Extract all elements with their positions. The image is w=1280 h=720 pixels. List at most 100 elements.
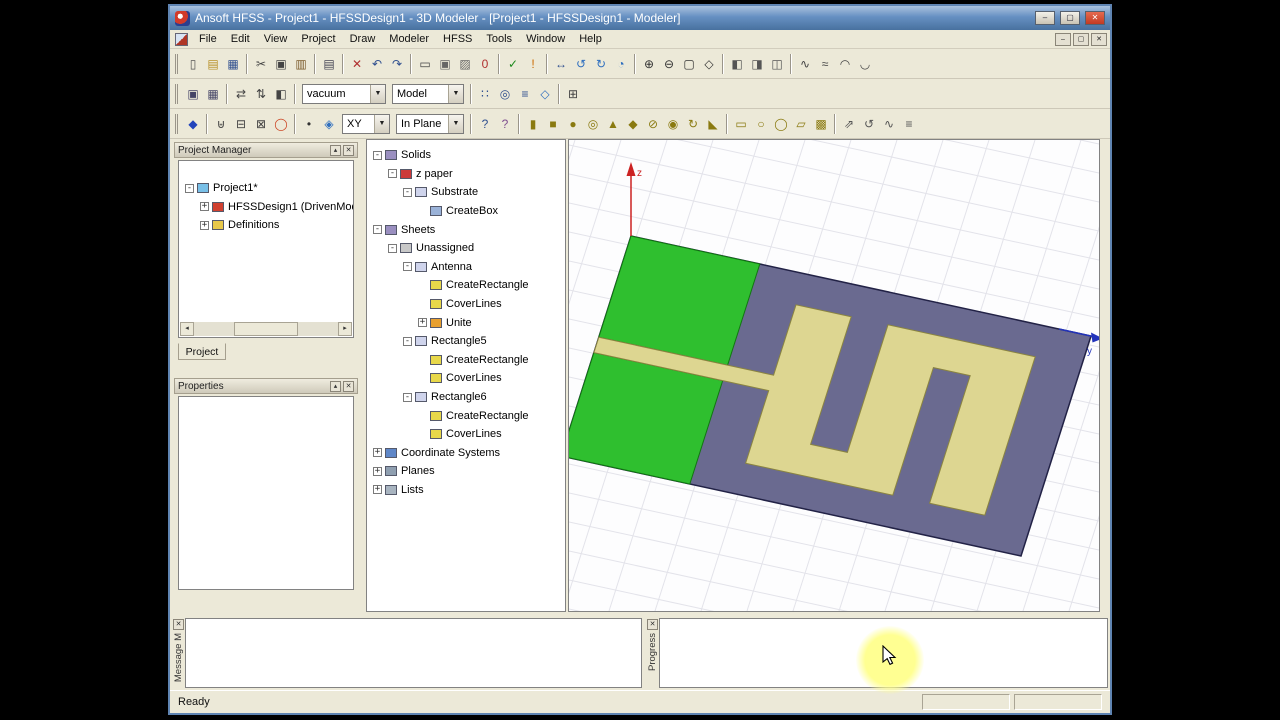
tree-node-rectangle6[interactable]: - Rectangle6 — [367, 388, 565, 407]
sweep-path-button[interactable]: ∿ — [879, 114, 899, 134]
zoom-window-button[interactable]: ▢ — [679, 54, 699, 74]
open-button[interactable]: ▤ — [203, 54, 223, 74]
tree-expander[interactable]: - — [373, 150, 382, 160]
boolean-unite-button[interactable]: ⊎ — [211, 114, 231, 134]
thicken-sheet-button[interactable]: ≡ — [899, 114, 919, 134]
tree-node-rectangle5[interactable]: - Rectangle5 — [367, 332, 565, 351]
mirror-button[interactable]: ◧ — [271, 84, 291, 104]
movement-mode-combo[interactable]: In Plane ▼ — [396, 113, 464, 134]
draw-helix-button[interactable]: ↻ — [683, 114, 703, 134]
tree-node-rect5-createrectangle[interactable]: CreateRectangle — [367, 351, 565, 370]
tree-node-unassigned[interactable]: - Unassigned — [367, 239, 565, 258]
menu-project[interactable]: Project — [294, 31, 342, 47]
dynamic-zoom-button[interactable]: ◔ — [611, 54, 631, 74]
tree-expander[interactable]: + — [373, 466, 382, 476]
chevron-down-icon[interactable]: ▼ — [448, 84, 463, 103]
cut-button[interactable]: ✂ — [251, 54, 271, 74]
tree-expander[interactable]: - — [403, 262, 412, 272]
title-bar[interactable]: Ansoft HFSS - Project1 - HFSSDesign1 - 3… — [170, 6, 1110, 30]
menu-edit[interactable]: Edit — [224, 31, 257, 47]
tree-node-z-paper[interactable]: - z paper — [367, 165, 565, 184]
pan-button[interactable]: ↔ — [551, 54, 571, 74]
duplicate-around-axis-button[interactable]: ⇅ — [251, 84, 271, 104]
redo-button[interactable]: ↷ — [387, 54, 407, 74]
properties-panel-body[interactable] — [178, 396, 354, 590]
close-button[interactable]: ✕ — [1085, 11, 1105, 25]
tree-expander[interactable]: + — [200, 202, 209, 212]
properties-header[interactable]: Properties ▴ ✕ — [174, 378, 358, 394]
mdi-close-button[interactable]: ✕ — [1091, 32, 1107, 46]
tree-expander[interactable]: - — [403, 187, 412, 197]
tree-node-createbox[interactable]: CreateBox — [367, 202, 565, 221]
menu-window[interactable]: Window — [519, 31, 572, 47]
tree-node-rect6-coverlines[interactable]: CoverLines — [367, 425, 565, 444]
tree-node-rect6-createrectangle[interactable]: CreateRectangle — [367, 406, 565, 425]
tree-expander[interactable]: - — [388, 243, 397, 253]
snap-center-button[interactable]: ◎ — [495, 84, 515, 104]
fit-all-button[interactable]: ◇ — [699, 54, 719, 74]
delete-button[interactable]: ✕ — [347, 54, 367, 74]
menu-draw[interactable]: Draw — [343, 31, 383, 47]
boolean-intersect-button[interactable]: ⊠ — [251, 114, 271, 134]
grid-display-button[interactable]: ▦ — [203, 84, 223, 104]
tree-node-antenna-coverlines[interactable]: CoverLines — [367, 295, 565, 314]
collapse-icon[interactable]: ▴ — [330, 144, 341, 156]
horizontal-scrollbar[interactable]: ◂ ▸ — [180, 322, 352, 336]
mdi-restore-button[interactable]: ▢ — [1073, 32, 1089, 46]
tab-project[interactable]: Project — [178, 343, 226, 360]
menu-help[interactable]: Help — [572, 31, 609, 47]
tree-node-lists[interactable]: + Lists — [367, 481, 565, 500]
3d-modeler-viewport[interactable]: z y — [378, 0, 1280, 720]
tree-node-project1[interactable]: - Project1* — [179, 179, 353, 198]
duplicate-along-line-button[interactable]: ⇄ — [231, 84, 251, 104]
analyze-button[interactable]: ! — [523, 54, 543, 74]
tree-expander[interactable]: + — [418, 318, 427, 328]
select-face-button[interactable]: ▣ — [435, 54, 455, 74]
copy-button[interactable]: ▣ — [271, 54, 291, 74]
3d-scene[interactable]: z y — [378, 0, 1280, 720]
minimize-button[interactable]: – — [1035, 11, 1055, 25]
close-icon[interactable]: ✕ — [647, 619, 658, 630]
draw-arc-center-button[interactable]: ◠ — [835, 54, 855, 74]
draw-ellipse-button[interactable]: ○ — [751, 114, 771, 134]
boolean-subtract-button[interactable]: ⊟ — [231, 114, 251, 134]
tree-expander[interactable]: - — [403, 336, 412, 346]
draw-polyhedron-button[interactable]: ◣ — [703, 114, 723, 134]
tree-node-rect5-coverlines[interactable]: CoverLines — [367, 369, 565, 388]
tree-expander[interactable]: + — [373, 448, 382, 458]
project-manager-header[interactable]: Project Manager ▴ ✕ — [174, 142, 358, 158]
new-button[interactable]: ▯ — [183, 54, 203, 74]
scroll-left-icon[interactable]: ◂ — [180, 322, 194, 336]
tree-node-unite[interactable]: + Unite — [367, 313, 565, 332]
menu-modeler[interactable]: Modeler — [382, 31, 436, 47]
tree-node-antenna-createrectangle[interactable]: CreateRectangle — [367, 276, 565, 295]
view-iso-button[interactable]: ◫ — [767, 54, 787, 74]
tree-node-solids[interactable]: - Solids — [367, 146, 565, 165]
menu-hfss[interactable]: HFSS — [436, 31, 479, 47]
tree-node-hfssdesign1[interactable]: + HFSSDesign1 (DrivenModal)* — [179, 198, 353, 217]
draw-prism-button[interactable]: ◆ — [623, 114, 643, 134]
scroll-right-icon[interactable]: ▸ — [338, 322, 352, 336]
show-boundaries-button[interactable]: ▨ — [455, 54, 475, 74]
draw-cone-button[interactable]: ▲ — [603, 114, 623, 134]
paste-button[interactable]: ▥ — [291, 54, 311, 74]
zoom-out-button[interactable]: ⊖ — [659, 54, 679, 74]
collapse-icon[interactable]: ▴ — [330, 380, 341, 392]
mdi-minimize-button[interactable]: – — [1055, 32, 1071, 46]
tree-expander[interactable]: - — [388, 169, 397, 179]
draw-sphere-button[interactable]: ● — [563, 114, 583, 134]
draw-spline-button[interactable]: ≈ — [815, 54, 835, 74]
measure-length-button[interactable]: ? — [495, 114, 515, 134]
chevron-down-icon[interactable]: ▼ — [374, 114, 389, 133]
view-yz-button[interactable]: ◨ — [747, 54, 767, 74]
draw-parallelogram-button[interactable]: ▱ — [791, 114, 811, 134]
mdi-child-icon[interactable] — [175, 32, 188, 46]
model-combo[interactable]: Model ▼ — [392, 83, 464, 104]
draw-cutplane-button[interactable]: ⊘ — [643, 114, 663, 134]
tree-node-sheets[interactable]: - Sheets — [367, 220, 565, 239]
tree-node-planes[interactable]: + Planes — [367, 462, 565, 481]
tree-expander[interactable]: - — [373, 225, 382, 235]
sweep-vector-button[interactable]: ⇗ — [839, 114, 859, 134]
draw-arc-3pt-button[interactable]: ◡ — [855, 54, 875, 74]
tree-node-coordinate-systems[interactable]: + Coordinate Systems — [367, 444, 565, 463]
